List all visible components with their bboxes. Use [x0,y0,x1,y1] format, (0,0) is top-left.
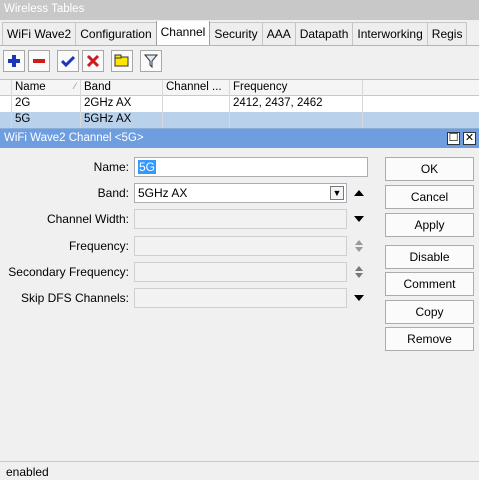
maximize-icon[interactable]: ☐ [447,132,460,145]
close-icon[interactable]: ✕ [463,132,476,145]
disable-button[interactable] [82,50,104,72]
tab-registration[interactable]: Regis [426,22,468,45]
note-icon [114,54,129,67]
secondary-frequency-label: Secondary Frequency: [8,265,129,279]
tab-wifi-wave2[interactable]: WiFi Wave2 [2,22,77,45]
header-marker [0,80,12,96]
add-button[interactable] [3,50,25,72]
disable-button[interactable]: Disable [385,245,474,269]
enable-button[interactable] [57,50,79,72]
frequency-label: Frequency: [68,239,129,253]
skip-dfs-label: Skip DFS Channels: [20,291,129,305]
plus-icon [8,55,20,67]
spinner-icon[interactable] [352,262,366,282]
band-select[interactable]: 5GHz AX ▼ [134,183,347,203]
channel-dialog: WiFi Wave2 Channel <5G> ☐ ✕ Name: 5G Ban… [0,128,479,480]
channel-width-select[interactable] [134,209,347,229]
tab-channel[interactable]: Channel [155,21,211,45]
tab-datapath[interactable]: Datapath [294,22,354,45]
column-name-label: Name [15,81,46,93]
column-band[interactable]: Band [81,80,163,96]
name-value: 5G [138,160,157,174]
copy-button[interactable]: Copy [385,300,474,324]
cell-channel [163,112,230,128]
expand-down-icon[interactable] [352,209,366,229]
comment-button[interactable]: Comment [385,272,474,296]
dialog-title: WiFi Wave2 Channel <5G> [0,129,479,148]
cell-name: 2G [12,96,81,112]
spinner-icon[interactable] [352,236,366,256]
channel-width-label: Channel Width: [46,212,129,226]
window-title: Wireless Tables [0,0,479,20]
filter-button[interactable] [140,50,162,72]
cell-frequency [230,112,363,128]
x-icon [86,54,100,68]
comment-button[interactable] [111,50,133,72]
sort-indicator-icon: ⁄ [74,81,76,91]
tab-configuration[interactable]: Configuration [75,22,157,45]
cell-channel [163,96,230,112]
cell-band: 2GHz AX [81,96,163,112]
tab-security[interactable]: Security [209,22,263,45]
row-marker [0,112,12,128]
name-label: Name: [93,160,129,174]
apply-button[interactable]: Apply [385,213,474,237]
status-bar: enabled [0,461,479,480]
name-field[interactable]: 5G [134,157,368,177]
cell-band: 5GHz AX [81,112,163,128]
table-header: Name ⁄ Band Channel ... Frequency [0,80,479,96]
tab-aaa[interactable]: AAA [261,22,296,45]
secondary-frequency-field[interactable] [134,262,347,282]
toolbar [0,47,479,75]
table-row[interactable]: 2G 2GHz AX 2412, 2437, 2462 [0,96,479,112]
cell-empty [363,96,479,112]
remove-button[interactable]: Remove [385,327,474,351]
cancel-button[interactable]: Cancel [385,185,474,209]
cell-empty [363,112,479,128]
table-row-selected[interactable]: 5G 5GHz AX [0,112,479,128]
column-name[interactable]: Name ⁄ [12,80,81,96]
frequency-field[interactable] [134,236,347,256]
filter-icon [144,54,158,68]
collapse-up-icon[interactable] [352,183,366,203]
remove-button[interactable] [28,50,50,72]
channel-table: Name ⁄ Band Channel ... Frequency 2G 2GHz… [0,79,479,128]
column-channel[interactable]: Channel ... [163,80,230,96]
cell-frequency: 2412, 2437, 2462 [230,96,363,112]
tab-bar: WiFi Wave2 Configuration Channel Securit… [0,21,479,46]
skip-dfs-select[interactable] [134,288,347,308]
column-frequency[interactable]: Frequency [230,80,363,96]
row-marker [0,96,12,112]
cell-name: 5G [12,112,81,128]
tab-interworking[interactable]: Interworking [352,22,428,45]
ok-button[interactable]: OK [385,157,474,181]
band-label: Band: [97,186,129,200]
band-value: 5GHz AX [138,186,188,200]
minus-icon [33,59,45,63]
check-icon [61,55,75,68]
expand-down-icon[interactable] [352,288,366,308]
column-empty [363,80,479,96]
dropdown-icon[interactable]: ▼ [330,186,344,200]
dialog-title-text: WiFi Wave2 Channel <5G> [4,132,144,144]
